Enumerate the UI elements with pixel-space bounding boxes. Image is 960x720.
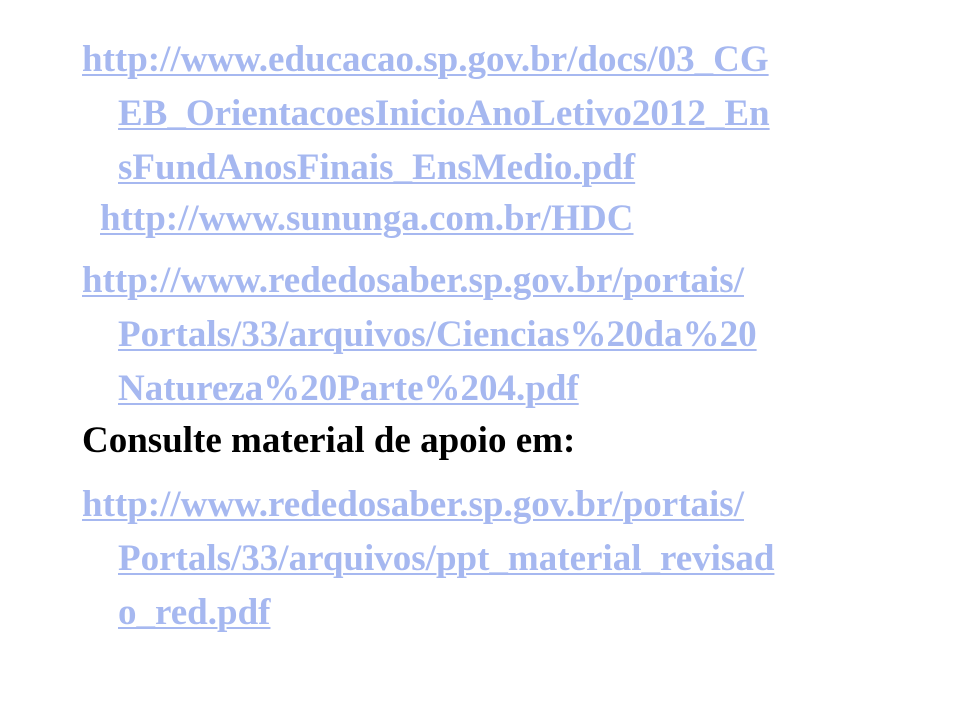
link-line: http://www.sununga.com.br/HDC <box>100 198 634 239</box>
link-rededosaber-ppt[interactable]: http://www.rededosaber.sp.gov.br/portais… <box>82 478 882 640</box>
link-line: http://www.rededosaber.sp.gov.br/portais… <box>82 484 744 525</box>
link-line: Natureza%20Parte%204.pdf <box>118 368 579 409</box>
link-line: Portals/33/arquivos/ppt_material_revisad <box>118 538 775 579</box>
link-sununga-hdc[interactable]: http://www.sununga.com.br/HDC <box>100 192 900 246</box>
link-line: sFundAnosFinais_EnsMedio.pdf <box>118 147 636 188</box>
link-educacao-pdf[interactable]: http://www.educacao.sp.gov.br/docs/03_CG… <box>82 33 882 195</box>
link-rededosaber-ciencias[interactable]: http://www.rededosaber.sp.gov.br/portais… <box>82 254 882 416</box>
link-line: http://www.educacao.sp.gov.br/docs/03_CG <box>82 39 769 80</box>
link-line: http://www.rededosaber.sp.gov.br/portais… <box>82 260 744 301</box>
link-line: Portals/33/arquivos/Ciencias%20da%20 <box>118 314 757 355</box>
link-line: EB_OrientacoesInicioAnoLetivo2012_En <box>118 93 770 134</box>
link-line: o_red.pdf <box>118 592 271 633</box>
slide: http://www.educacao.sp.gov.br/docs/03_CG… <box>0 0 960 720</box>
support-material-heading: Consulte material de apoio em: <box>82 420 576 461</box>
